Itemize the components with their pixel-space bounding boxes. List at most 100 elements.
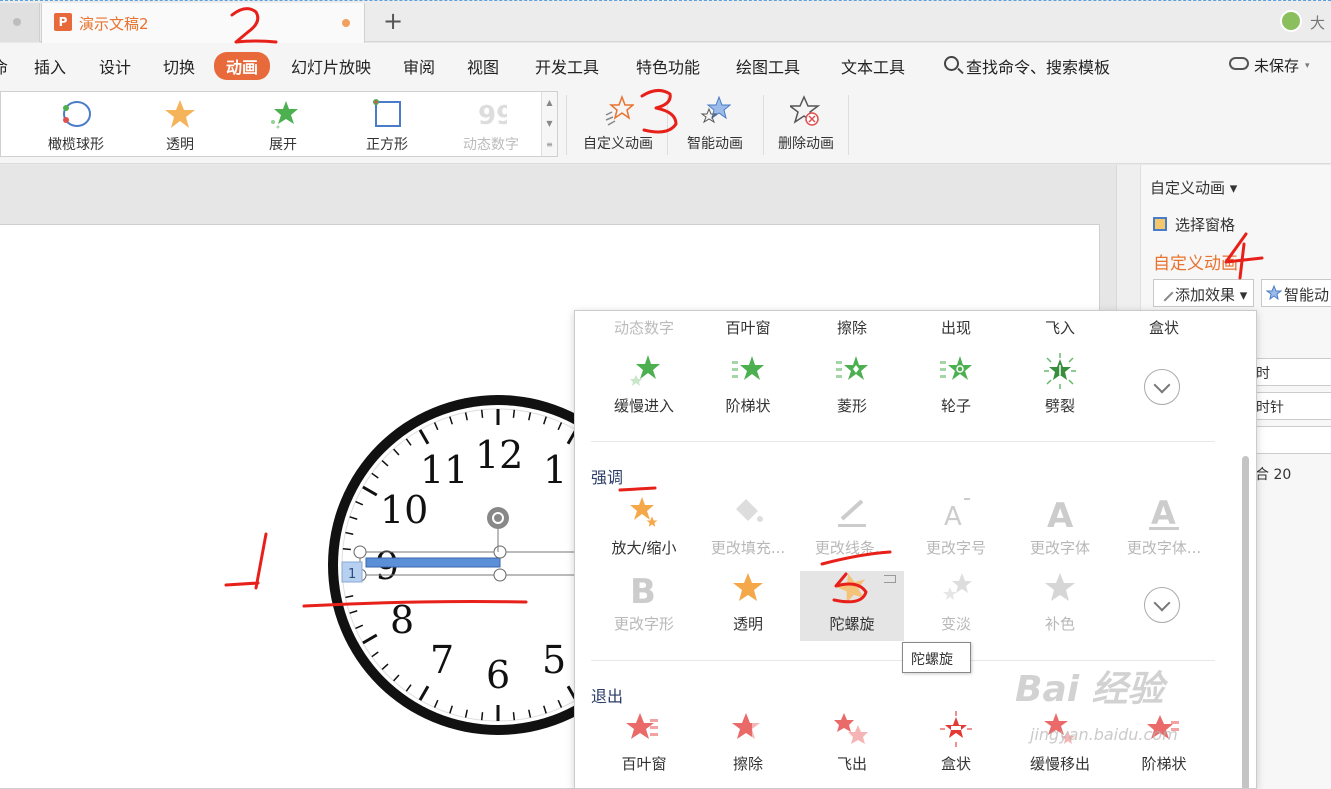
menu-item-animation[interactable]: 动画: [214, 52, 271, 80]
exit-box-star-icon: [940, 711, 972, 747]
effect-wipe[interactable]: 擦除: [800, 317, 904, 338]
cloud-icon: [1229, 57, 1249, 70]
menu-item-drawing-tools[interactable]: 绘图工具: [736, 54, 800, 78]
effect-diamond[interactable]: 菱形: [800, 353, 904, 416]
custom-animation-button[interactable]: 自定义动画: [574, 93, 662, 157]
clock-hand[interactable]: [365, 557, 501, 568]
menu-item-fragment[interactable]: 命: [0, 54, 8, 78]
delete-animation-button[interactable]: 删除动画: [771, 93, 841, 157]
effect-change-font-size[interactable]: A 更改字号: [904, 495, 1008, 558]
baidu-watermark: Bai 经验: [1015, 669, 1164, 710]
user-avatar-icon[interactable]: [1280, 10, 1302, 32]
document-title: 演示文稿2: [79, 15, 149, 33]
resize-handle[interactable]: [493, 545, 507, 559]
gallery-item-expand[interactable]: 展开: [233, 94, 333, 154]
animation-list-item[interactable]: 合 20: [1249, 460, 1331, 488]
effect-blinds[interactable]: 百叶窗: [696, 317, 800, 338]
menu-item-slideshow[interactable]: 幻灯片放映: [291, 54, 371, 78]
clock-tick: [512, 409, 516, 418]
gallery-scrollbar[interactable]: ▲ ▼ ≡: [541, 92, 557, 156]
rotate-handle-icon[interactable]: [487, 507, 509, 529]
ribbon: 转 橄榄球形 透明 展开 正方形 99 动态数字 ▲ ▼ ≡ 自定义: [0, 87, 1331, 164]
effect-stair[interactable]: 阶梯状: [696, 353, 800, 416]
menu-item-text-tools[interactable]: 文本工具: [841, 54, 905, 78]
gallery-item-square[interactable]: 正方形: [337, 94, 437, 154]
clock-graphic[interactable]: 12 11 1 10 9 8 7 6 5 1: [0, 225, 600, 789]
svg-text:A: A: [1047, 496, 1074, 531]
effect-appear[interactable]: 出现: [904, 317, 1008, 338]
effect-exit-wipe[interactable]: 擦除: [696, 711, 800, 774]
clock-tick: [480, 712, 484, 721]
clock-number-8: 8: [390, 598, 414, 642]
gallery-item-transparent[interactable]: 透明: [130, 94, 230, 154]
effect-exit-blinds[interactable]: 百叶窗: [592, 711, 696, 774]
pen-icon: [1156, 284, 1174, 302]
effect-change-font-color[interactable]: A 更改字体...: [1112, 495, 1216, 558]
speed-field[interactable]: [1249, 426, 1331, 454]
split-star-icon: [1044, 353, 1076, 389]
square-path-icon: [373, 99, 401, 127]
tab-inactive[interactable]: [0, 3, 40, 42]
spin-star-icon: [836, 573, 866, 603]
menu-item-review[interactable]: 审阅: [403, 54, 435, 78]
effect-box[interactable]: 盒状: [1112, 317, 1216, 338]
tab-document[interactable]: P 演示文稿2: [41, 3, 365, 43]
smart-animation-pane-button[interactable]: 智能动: [1261, 279, 1331, 307]
dropdown-scrollbar[interactable]: [1240, 311, 1250, 788]
search-command[interactable]: 查找命令、搜索模板: [966, 54, 1110, 78]
selection-pane-button[interactable]: 选择窗格: [1151, 214, 1235, 235]
add-effect-button[interactable]: 添加效果 ▾: [1153, 279, 1254, 307]
gallery-item-football[interactable]: 橄榄球形: [26, 94, 126, 154]
effect-change-line[interactable]: 更改线条...: [800, 495, 904, 558]
menu-item-view[interactable]: 视图: [467, 54, 499, 78]
effect-complementary-color[interactable]: 补色: [1008, 571, 1112, 634]
menu-item-insert[interactable]: 插入: [34, 54, 66, 78]
pane-title[interactable]: 自定义动画 ▾: [1150, 177, 1237, 198]
resize-handle[interactable]: [493, 568, 507, 582]
effect-slow-enter[interactable]: 缓慢进入: [592, 353, 696, 416]
gallery-item-dynamic-number[interactable]: 99 动态数字: [441, 94, 541, 154]
svg-text:99: 99: [478, 101, 507, 130]
effect-transparent[interactable]: 透明: [696, 571, 800, 634]
smart-animation-button[interactable]: 智能动画: [675, 93, 755, 157]
pin-icon[interactable]: [884, 575, 896, 583]
effect-exit-box[interactable]: 盒状: [904, 711, 1008, 774]
direction-field[interactable]: 时针: [1249, 392, 1331, 420]
clock-number-12: 12: [475, 433, 523, 477]
save-status[interactable]: 未保存: [1254, 55, 1299, 76]
effect-change-font-style[interactable]: B 更改字形: [592, 571, 696, 634]
presentation-icon: P: [54, 13, 72, 31]
start-field[interactable]: 时: [1249, 358, 1331, 386]
effect-fly-in[interactable]: 飞入: [1008, 317, 1112, 338]
search-icon[interactable]: [944, 56, 959, 71]
effect-fade[interactable]: 变淡: [904, 571, 1008, 634]
effect-grow-shrink[interactable]: 放大/缩小: [592, 495, 696, 558]
effect-change-fill[interactable]: 更改填充...: [696, 495, 800, 558]
fill-bucket-icon: [736, 499, 763, 522]
effect-spin[interactable]: 陀螺旋: [800, 571, 904, 641]
menu-item-features[interactable]: 特色功能: [636, 54, 700, 78]
gallery-scroll-down-icon[interactable]: ▼: [542, 113, 557, 134]
resize-handle[interactable]: [353, 545, 367, 559]
gallery-more-icon[interactable]: ≡: [542, 134, 557, 155]
stair-star-icon: [732, 356, 764, 380]
effect-wheel[interactable]: 轮子: [904, 353, 1008, 416]
menu-item-design[interactable]: 设计: [99, 54, 131, 78]
effect-fly-out[interactable]: 飞出: [800, 711, 904, 774]
user-name[interactable]: 大: [1310, 12, 1325, 33]
effect-split[interactable]: 劈裂: [1008, 353, 1112, 416]
more-emphasis-chevron-icon[interactable]: [1144, 587, 1180, 623]
menu-item-transition[interactable]: 切换: [163, 54, 195, 78]
menu-bar: 命 插入 设计 切换 动画 幻灯片放映 审阅 视图 开发工具 特色功能 绘图工具…: [0, 43, 1331, 87]
save-caret-icon[interactable]: ▾: [1305, 61, 1310, 71]
dropdown-scroll-thumb[interactable]: [1242, 456, 1249, 788]
gallery-item-fragment[interactable]: 转: [0, 94, 13, 154]
new-tab-button[interactable]: +: [378, 6, 408, 36]
unsaved-dot-icon: [342, 19, 350, 27]
gallery-scroll-up-icon[interactable]: ▲: [542, 92, 557, 113]
menu-item-developer[interactable]: 开发工具: [535, 54, 599, 78]
more-entrance-chevron-icon[interactable]: [1144, 369, 1180, 405]
smart-animation-star-icon: [700, 95, 731, 124]
effect-change-font[interactable]: A 更改字体: [1008, 495, 1112, 558]
effect-dynamic-number[interactable]: 动态数字: [592, 317, 696, 338]
